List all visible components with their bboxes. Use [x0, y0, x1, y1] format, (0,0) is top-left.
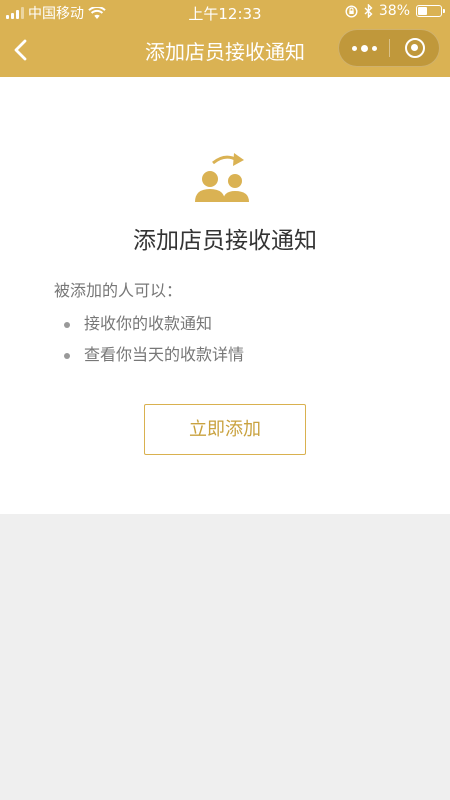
- capsule-menu: [338, 29, 440, 67]
- permission-item: 接收你的收款通知: [64, 311, 244, 342]
- battery-icon: [416, 5, 445, 17]
- permission-list: 接收你的收款通知 查看你当天的收款详情: [64, 311, 244, 373]
- navigation-bar: 添加店员接收通知: [0, 24, 450, 77]
- close-target-icon: [405, 38, 425, 58]
- battery-percent: 38%: [378, 3, 410, 19]
- orientation-lock-icon: [345, 4, 358, 18]
- header: 中国移动 上午12:33 38% 添加店员接收通知: [0, 0, 450, 77]
- status-bar: 中国移动 上午12:33 38%: [0, 0, 450, 24]
- close-miniprogram-button[interactable]: [390, 30, 440, 66]
- content-card: 添加店员接收通知 被添加的人可以： 接收你的收款通知 查看你当天的收款详情 立即…: [0, 77, 450, 514]
- more-dots-icon: [351, 45, 357, 51]
- battery-fill: [418, 7, 428, 15]
- add-staff-users-icon: [195, 153, 249, 202]
- permission-item: 查看你当天的收款详情: [64, 342, 244, 373]
- intro-text: 被添加的人可以：: [54, 281, 183, 300]
- empty-area: [0, 514, 450, 800]
- bluetooth-icon: [364, 4, 373, 18]
- add-now-button[interactable]: 立即添加: [144, 404, 306, 455]
- card-title: 添加店员接收通知: [133, 228, 317, 254]
- more-button[interactable]: [339, 30, 389, 66]
